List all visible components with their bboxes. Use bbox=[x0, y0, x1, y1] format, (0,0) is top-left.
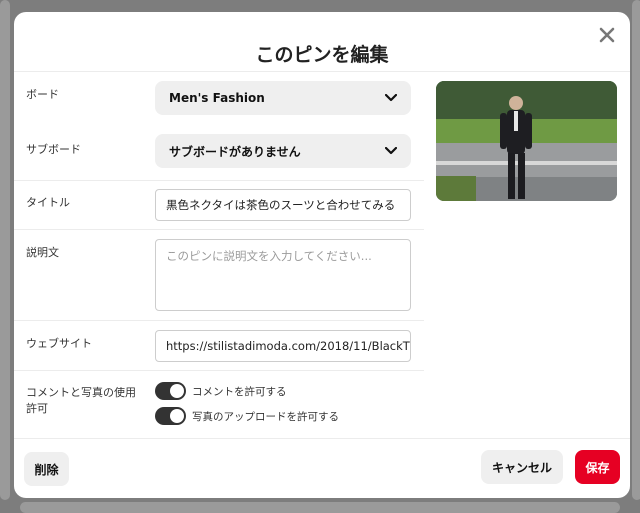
footer-divider bbox=[14, 438, 630, 439]
save-button[interactable]: 保存 bbox=[575, 450, 620, 484]
section-select[interactable]: サブボードがありません bbox=[155, 134, 411, 168]
row-divider bbox=[14, 180, 424, 181]
board-label: ボード bbox=[26, 88, 59, 101]
delete-button[interactable]: 削除 bbox=[24, 452, 69, 486]
title-label: タイトル bbox=[26, 196, 70, 209]
chevron-down-icon bbox=[385, 94, 397, 102]
header-divider bbox=[14, 71, 630, 72]
section-label: サブボード bbox=[26, 143, 81, 156]
dialog-title: このピンを編集 bbox=[255, 44, 389, 66]
allow-photo-upload-row: 写真のアップロードを許可する bbox=[155, 407, 339, 425]
board-select[interactable]: Men's Fashion bbox=[155, 81, 411, 115]
description-label: 説明文 bbox=[26, 246, 59, 259]
allow-comments-label: コメントを許可する bbox=[192, 385, 287, 398]
row-divider bbox=[14, 370, 424, 371]
website-input[interactable]: https://stilistadimoda.com/2018/11/Black… bbox=[155, 330, 411, 362]
allow-photo-upload-toggle[interactable] bbox=[155, 407, 186, 425]
background-pin bbox=[20, 502, 620, 513]
section-value: サブボードがありません bbox=[169, 144, 301, 159]
row-divider bbox=[14, 229, 424, 230]
board-value: Men's Fashion bbox=[169, 91, 265, 105]
website-label: ウェブサイト bbox=[26, 337, 92, 350]
close-icon bbox=[599, 27, 615, 43]
permissions-label: コメントと写真の使用許可 bbox=[26, 386, 136, 415]
description-textarea[interactable]: このピンに説明文を入力してください... bbox=[155, 239, 411, 311]
edit-pin-dialog: このピンを編集 ボード Men's Fashion サブボード サブボードがあり… bbox=[14, 12, 630, 498]
title-input[interactable]: 黒色ネクタイは茶色のスーツと合わせてみる bbox=[155, 189, 411, 221]
chevron-down-icon bbox=[385, 147, 397, 155]
cancel-button[interactable]: キャンセル bbox=[481, 450, 563, 484]
pin-image bbox=[436, 81, 617, 201]
pin-photo bbox=[436, 81, 617, 201]
background-pin bbox=[0, 0, 10, 500]
allow-photo-upload-label: 写真のアップロードを許可する bbox=[192, 410, 339, 423]
row-divider bbox=[14, 320, 424, 321]
allow-comments-toggle[interactable] bbox=[155, 382, 186, 400]
background-pin bbox=[632, 0, 640, 500]
close-button[interactable] bbox=[596, 24, 618, 46]
allow-comments-row: コメントを許可する bbox=[155, 382, 287, 400]
